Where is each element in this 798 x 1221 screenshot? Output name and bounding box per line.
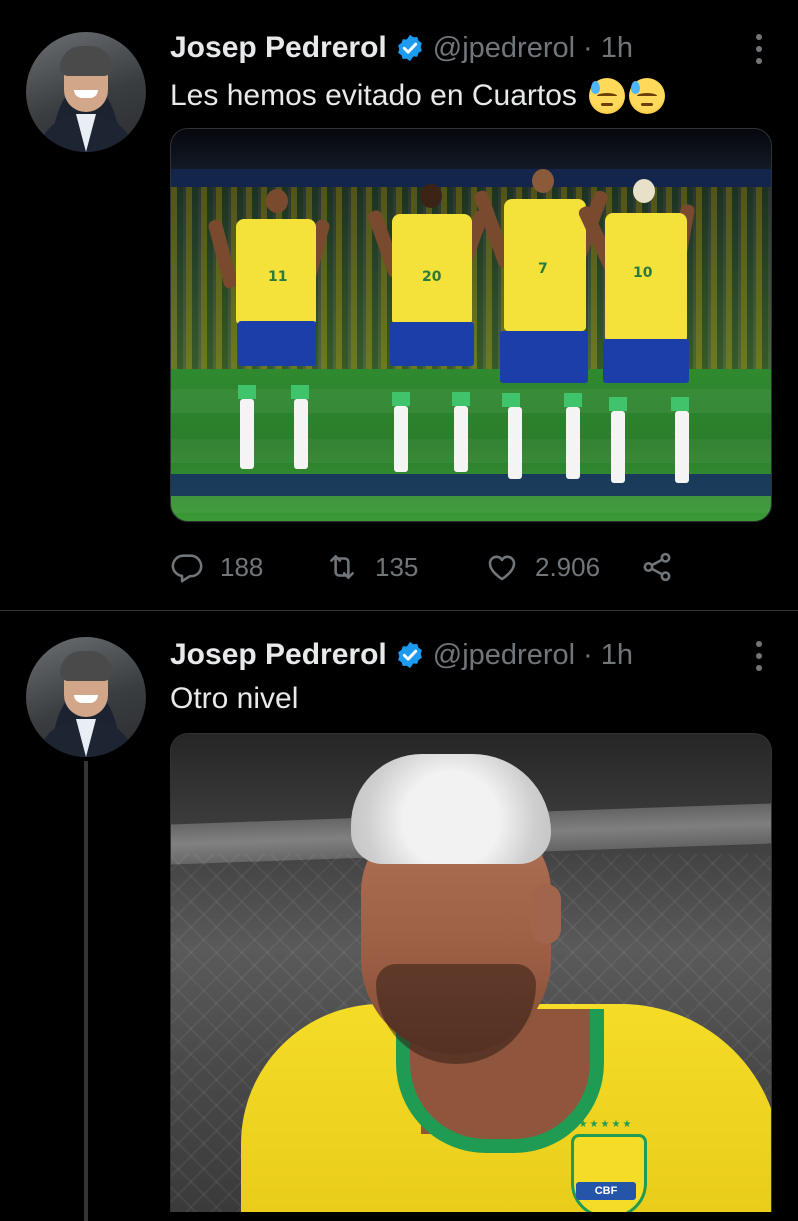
author-handle[interactable]: @jpedrerol [433, 32, 575, 65]
author-name[interactable]: Josep Pedrerol [170, 638, 387, 672]
separator-dot: · [583, 31, 593, 64]
tweet-text-row: Les hemos evitado en Cuartos [170, 76, 665, 116]
timestamp[interactable]: 1h [601, 32, 633, 65]
like-icon [488, 555, 516, 581]
more-options-icon[interactable] [756, 641, 764, 671]
verified-badge-icon [397, 34, 422, 62]
reply-count: 188 [220, 551, 264, 582]
reply-icon [171, 554, 203, 583]
tweet-header: Josep Pedrerol @jpedrerol · 1h [170, 635, 633, 675]
jersey-number: 10 [633, 265, 653, 281]
crest-stars: ★★★★★ [578, 1119, 634, 1130]
tweet-text-row: Otro nivel [170, 679, 298, 719]
share-icon [643, 552, 671, 582]
downcast-face-with-sweat-icon [628, 78, 665, 114]
tweet-actions: 188 135 2.906 [170, 545, 690, 589]
author-handle[interactable]: @jpedrerol [433, 639, 575, 672]
verified-badge-icon [397, 641, 422, 669]
avatar[interactable] [26, 32, 146, 152]
retweet-count: 135 [375, 551, 419, 582]
tweet-header: Josep Pedrerol @jpedrerol · 1h [170, 28, 633, 68]
more-options-icon[interactable] [756, 34, 764, 64]
tweet-photo[interactable]: ★★★★★ CBF [170, 733, 772, 1212]
avatar[interactable] [26, 637, 146, 757]
like-button[interactable]: 2.906 [485, 545, 600, 589]
crest-text: CBF [576, 1182, 636, 1200]
retweet-button[interactable]: 135 [325, 545, 418, 589]
like-count: 2.906 [535, 551, 601, 582]
jersey-number: 11 [268, 269, 288, 285]
tweet[interactable]: Josep Pedrerol @jpedrerol · 1h Les hemos… [0, 0, 798, 611]
share-button[interactable] [640, 545, 674, 589]
retweet-icon [330, 555, 354, 579]
jersey-number: 20 [422, 269, 442, 285]
tweet-text: Les hemos evitado en Cuartos [170, 79, 577, 112]
jersey-number: 7 [538, 261, 548, 277]
author-name[interactable]: Josep Pedrerol [170, 31, 387, 65]
reply-button[interactable]: 188 [170, 545, 263, 589]
timestamp[interactable]: 1h [601, 639, 633, 672]
tweet-photo[interactable]: 11 20 7 10 [170, 128, 772, 522]
crest-icon [571, 1134, 647, 1212]
separator-dot: · [583, 638, 593, 671]
thread-line [84, 761, 88, 1221]
tweet-text: Otro nivel [170, 682, 299, 715]
tweet[interactable]: Josep Pedrerol @jpedrerol · 1h Otro nive… [0, 611, 798, 1221]
downcast-face-with-sweat-icon [588, 78, 625, 114]
